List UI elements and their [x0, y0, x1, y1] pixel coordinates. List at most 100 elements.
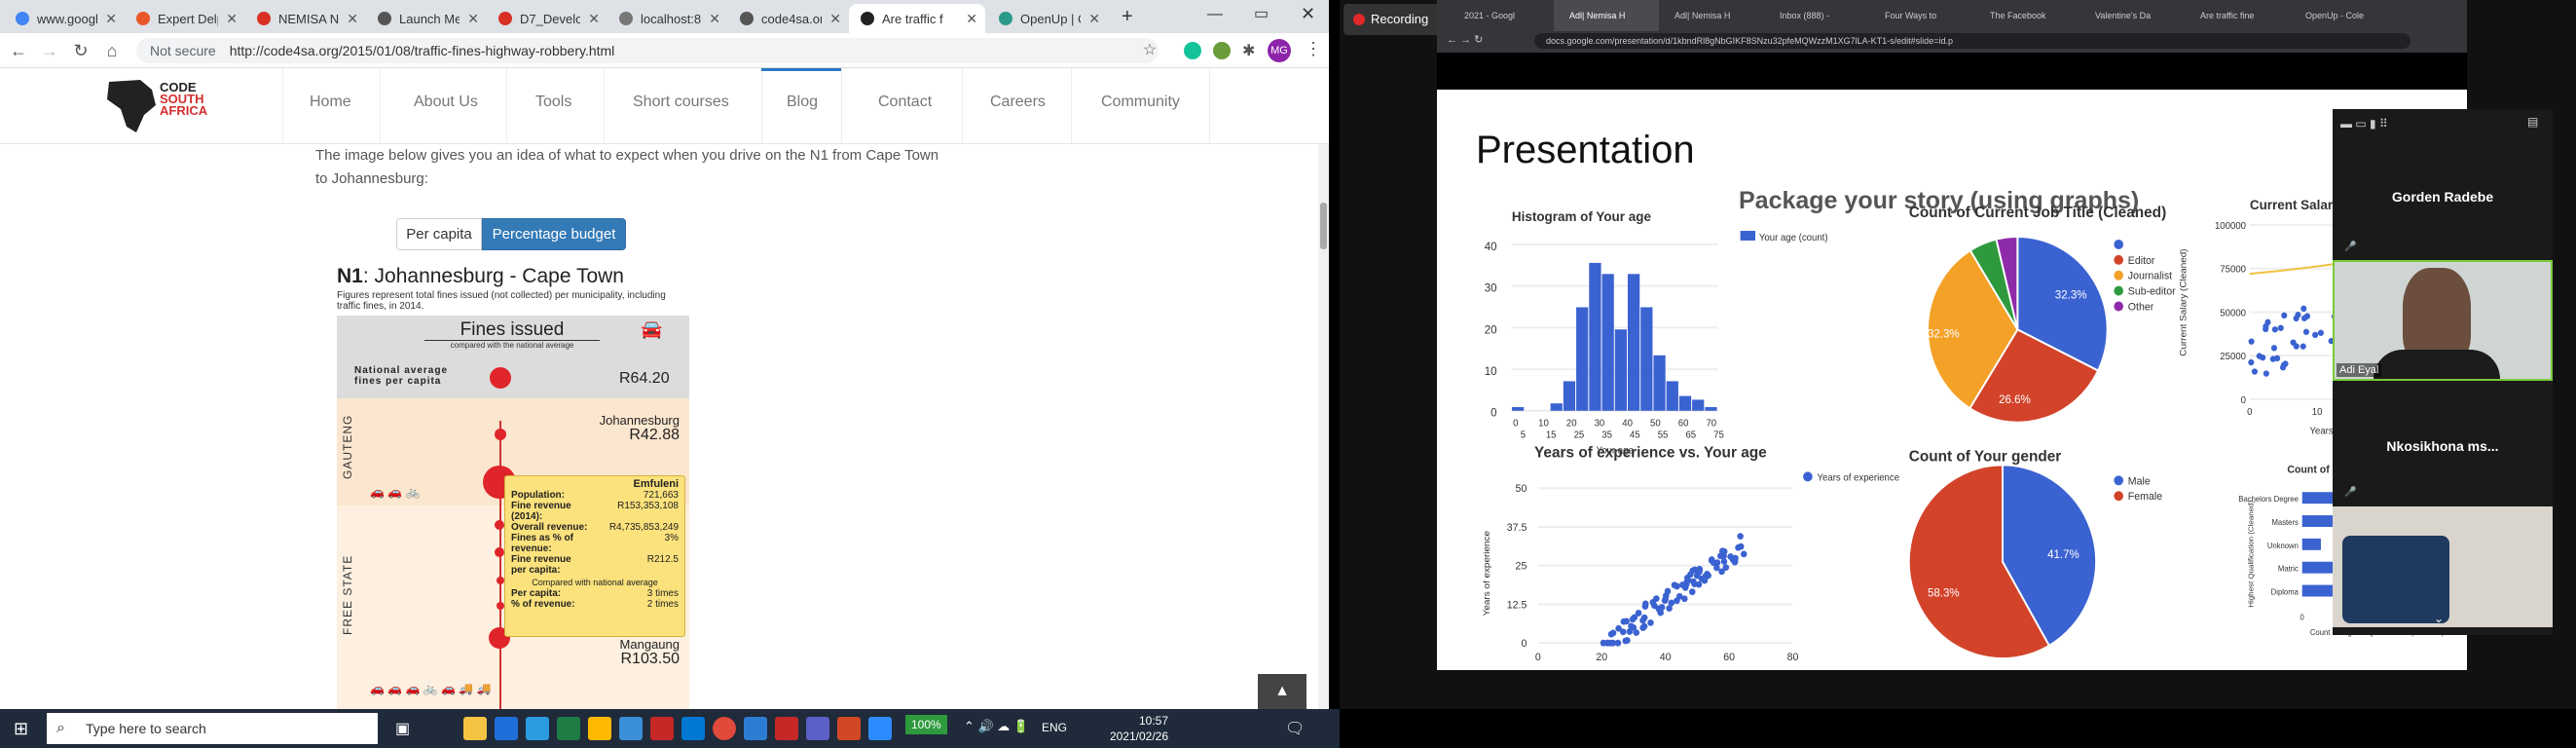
scatter-point: [2264, 318, 2271, 326]
close-icon[interactable]: ✕: [966, 11, 977, 27]
nav-community[interactable]: Community: [1101, 94, 1180, 111]
logo-text[interactable]: CODE SOUTH AFRICA: [160, 81, 207, 117]
browser-tab[interactable]: localhost:8 ✕: [607, 4, 728, 33]
scrollbar-thumb[interactable]: [1320, 203, 1327, 249]
file-explorer-icon[interactable]: [463, 717, 487, 740]
shared-tab[interactable]: Are traffic fine: [2185, 0, 2290, 31]
reload-icon[interactable]: ↻: [70, 41, 92, 60]
close-icon[interactable]: ✕: [467, 11, 479, 27]
app-icon[interactable]: [619, 717, 643, 740]
town-dot[interactable]: [495, 547, 504, 557]
johannesburg-dot[interactable]: [495, 429, 506, 440]
chrome-icon[interactable]: [713, 717, 736, 740]
clock-time: 10:57: [1138, 714, 1168, 728]
chevron-down-icon[interactable]: ⌄: [2434, 612, 2444, 625]
shared-tab[interactable]: OpenUp - Cole: [2290, 0, 2395, 31]
y-tick-label: 40: [1485, 241, 1497, 253]
notification-icon[interactable]: 🗨: [1285, 719, 1305, 738]
nav-home[interactable]: Home: [310, 94, 351, 111]
shared-tab[interactable]: 2021 - Googl: [1449, 0, 1554, 31]
language-indicator[interactable]: ENG: [1042, 721, 1067, 734]
browser-tab[interactable]: D7_Develop ✕: [487, 4, 607, 33]
legend-swatch: [2114, 475, 2124, 486]
shared-tab[interactable]: The Facebook: [1974, 0, 2079, 31]
windows-start-icon[interactable]: ⊞: [14, 719, 28, 739]
nav-tools[interactable]: Tools: [535, 94, 571, 111]
profile-avatar[interactable]: MG: [1268, 39, 1291, 62]
back-icon[interactable]: ←: [8, 41, 29, 60]
panel-controls[interactable]: ▬ ▭ ▮ ⠿: [2340, 117, 2388, 131]
shield-icon[interactable]: [650, 717, 674, 740]
browser-tab[interactable]: Launch Me ✕: [366, 4, 487, 33]
nav-blog[interactable]: Blog: [787, 94, 818, 111]
home-icon[interactable]: ⌂: [101, 41, 123, 60]
grammarly-icon[interactable]: [1184, 42, 1201, 59]
shared-tab[interactable]: Valentine's Da: [2079, 0, 2185, 31]
close-icon[interactable]: ✕: [1088, 11, 1100, 27]
tooltip-value: R153,353,108: [617, 501, 679, 511]
url-field[interactable]: Not secure http://code4sa.org/2015/01/08/…: [136, 38, 1159, 63]
zoom-icon[interactable]: [868, 717, 892, 740]
browser-tab[interactable]: Expert Delp ✕: [125, 4, 245, 33]
minimize-button[interactable]: —: [1207, 6, 1223, 23]
per-capita-button[interactable]: Per capita: [396, 218, 482, 250]
browser-tab[interactable]: NEMISA Na ✕: [245, 4, 366, 33]
close-icon[interactable]: ✕: [347, 11, 358, 27]
town-dot[interactable]: [495, 520, 504, 530]
nav-contact[interactable]: Contact: [878, 94, 932, 111]
extension-icon[interactable]: [1213, 42, 1231, 59]
store-icon[interactable]: [588, 717, 611, 740]
maximize-button[interactable]: ▭: [1254, 4, 1269, 23]
town-dot[interactable]: [497, 602, 504, 610]
mail-icon[interactable]: [495, 717, 518, 740]
close-icon[interactable]: ✕: [105, 11, 117, 27]
shared-tab[interactable]: Adl| Nemisa H: [1554, 0, 1659, 31]
browser-tab-active[interactable]: Are traffic f ✕: [849, 4, 985, 33]
new-tab-button[interactable]: +: [1122, 6, 1133, 28]
powerpoint-icon[interactable]: [837, 717, 861, 740]
shared-tab[interactable]: Four Ways to: [1869, 0, 1974, 31]
bookmark-star-icon[interactable]: ☆: [1139, 41, 1160, 60]
close-icon[interactable]: ✕: [588, 11, 600, 27]
scatter-point: [1624, 637, 1631, 644]
taskbar-search-box[interactable]: ⌕ Type here to search: [47, 713, 378, 744]
close-icon[interactable]: ✕: [829, 11, 841, 27]
browser-tab[interactable]: www.googl ✕: [4, 4, 125, 33]
nav-about-us[interactable]: About Us: [414, 94, 478, 111]
participant-video[interactable]: Adi Eyal: [2333, 260, 2553, 381]
participant-video[interactable]: ⌄: [2333, 506, 2553, 627]
percentage-budget-button[interactable]: Percentage budget: [482, 218, 626, 250]
shared-tab[interactable]: Inbox (888) -: [1764, 0, 1869, 31]
page-scrollbar[interactable]: [1318, 144, 1329, 709]
teams-icon[interactable]: [806, 717, 829, 740]
scatter-point: [1716, 552, 1724, 560]
town-dot[interactable]: [497, 577, 504, 584]
muted-mic-icon: 🎤: [2344, 487, 2357, 498]
shared-tab[interactable]: Adl| Nemisa H: [1659, 0, 1764, 31]
puzzle-icon[interactable]: ✱: [1242, 41, 1255, 60]
vscode-icon[interactable]: [744, 717, 767, 740]
slide-charts: Histogram of Your age4030201000 10 20 30 40 5…: [1482, 198, 2467, 670]
task-view-icon[interactable]: ▣: [395, 719, 410, 738]
browser-tab[interactable]: code4sa.or ✕: [728, 4, 849, 33]
tray-icons[interactable]: ⌃ 🔊 ☁ 🔋: [964, 719, 1029, 734]
clock[interactable]: 10:57 2021/02/26: [1081, 713, 1168, 744]
excel-icon[interactable]: [557, 717, 580, 740]
scatter-point: [1629, 616, 1637, 623]
close-icon[interactable]: ✕: [226, 11, 238, 27]
battery-indicator[interactable]: 100%: [905, 715, 947, 734]
scroll-top-button[interactable]: ▲: [1258, 674, 1306, 709]
rx-icon[interactable]: [775, 717, 798, 740]
browser-tab[interactable]: OpenUp | C ✕: [987, 4, 1108, 33]
close-window-button[interactable]: ✕: [1301, 4, 1315, 24]
forward-icon[interactable]: →: [39, 41, 60, 60]
scatter-point: [2302, 328, 2310, 335]
nav-careers[interactable]: Careers: [990, 94, 1046, 111]
photos-icon[interactable]: [681, 717, 705, 740]
nav-short-courses[interactable]: Short courses: [633, 94, 729, 111]
edge-icon[interactable]: [526, 717, 549, 740]
legend-label: Other: [2128, 301, 2154, 313]
panel-layout-icon[interactable]: ▤: [2527, 115, 2538, 129]
menu-icon[interactable]: ⋮: [1305, 39, 1322, 59]
close-icon[interactable]: ✕: [709, 11, 720, 27]
